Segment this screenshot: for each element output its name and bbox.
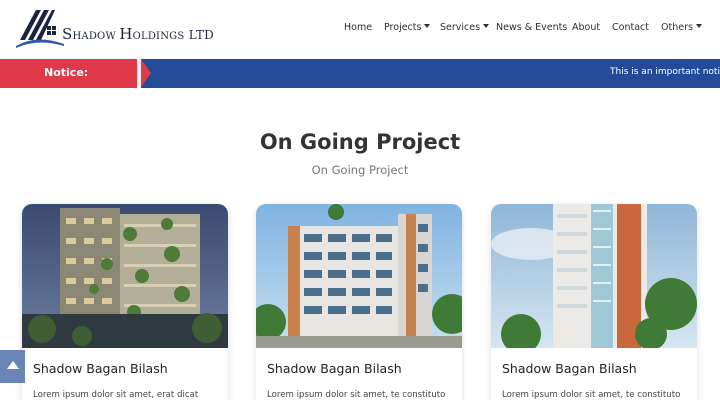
caret-down-icon [483,24,490,28]
project-description: Lorem ipsum dolor sit amet, erat dicat [33,390,199,400]
caret-down-icon [424,24,431,28]
project-card[interactable]: Shadow Bagan Bilash Lorem ipsum dolor si… [22,204,228,400]
project-card[interactable]: Shadow Bagan Bilash Lorem ipsum dolor si… [256,204,462,400]
site-header: SHADOW HOLDINGS LTD Home Projects Servic… [0,0,720,59]
nav-services[interactable]: Services [440,22,490,33]
notice-label: Notice: [0,59,137,88]
nav-about[interactable]: About [572,22,600,33]
project-title[interactable]: Shadow Bagan Bilash [502,361,637,376]
notice-bar: Notice: This is an important notice [0,59,720,88]
project-title[interactable]: Shadow Bagan Bilash [267,361,402,376]
nav-contact[interactable]: Contact [612,22,649,33]
section-subtitle: On Going Project [311,163,409,177]
nav-projects[interactable]: Projects [384,22,431,33]
caret-down-icon [695,24,702,28]
section-title: On Going Project [259,130,461,154]
project-description: Lorem ipsum dolor sit amet, te constitut… [267,390,446,400]
project-title[interactable]: Shadow Bagan Bilash [33,361,168,376]
scroll-to-top-button[interactable] [0,350,25,383]
nav-news-events[interactable]: News & Events [496,22,567,33]
nav-home[interactable]: Home [344,22,372,33]
project-image[interactable] [256,204,462,348]
project-image[interactable] [22,204,228,348]
nav-others[interactable]: Others [661,22,702,33]
project-image[interactable] [491,204,697,348]
notice-marquee-text[interactable]: This is an important notice [610,67,720,77]
main-nav: Home Projects Services News & Events Abo… [0,22,720,36]
arrow-up-icon [7,361,19,369]
project-description: Lorem ipsum dolor sit amet, te constitut… [502,390,681,400]
project-card[interactable]: Shadow Bagan Bilash Lorem ipsum dolor si… [491,204,697,400]
notice-arrow-icon [141,59,151,87]
